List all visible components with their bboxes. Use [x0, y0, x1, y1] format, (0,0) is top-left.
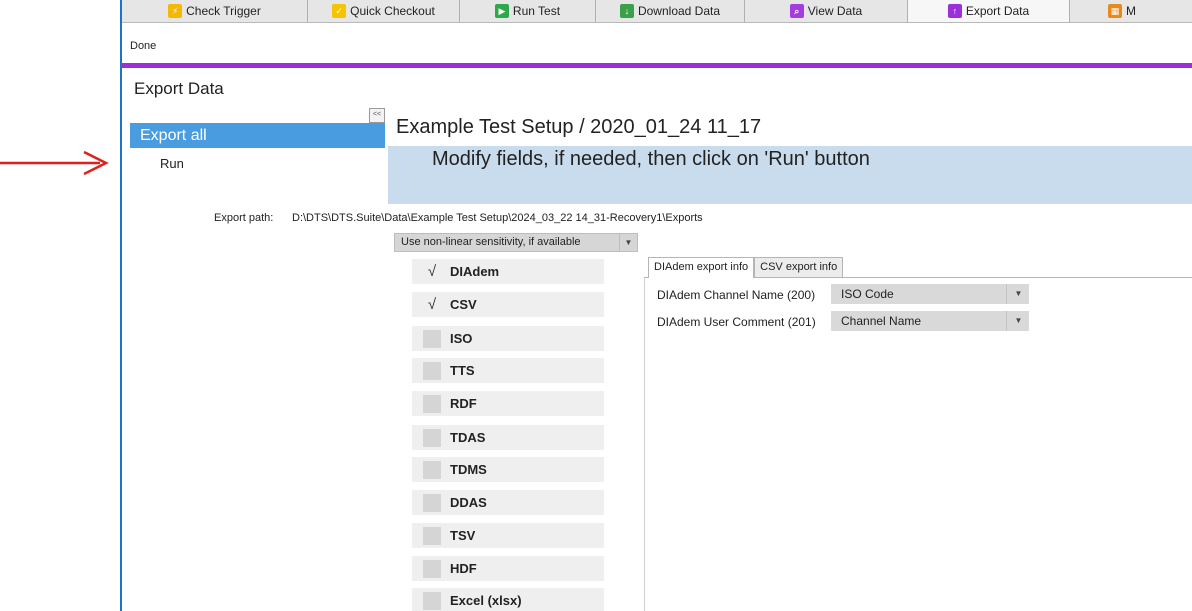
format-item-rdf[interactable]: RDF — [412, 391, 604, 416]
export-data-icon: ↑ — [947, 4, 962, 18]
accent-rule — [122, 63, 1192, 68]
chevron-down-icon[interactable]: ▼ — [1006, 311, 1030, 331]
quick-checkout-icon: ✓ — [332, 4, 347, 18]
tab-label: Export Data — [965, 4, 1030, 18]
tab-csv-export-info[interactable]: CSV export info — [754, 257, 844, 277]
format-label: TSV — [450, 528, 476, 543]
tab-label: Check Trigger — [186, 4, 261, 18]
tab-label: Quick Checkout — [350, 4, 435, 18]
checkbox-unchecked-icon[interactable] — [423, 330, 441, 348]
checkbox-unchecked-icon[interactable] — [423, 395, 441, 413]
tab-run-test[interactable]: ▶ Run Test — [460, 0, 596, 22]
checkbox-checked-icon[interactable]: √ — [423, 296, 441, 314]
chevron-down-icon[interactable]: ▼ — [619, 234, 637, 251]
format-item-tdas[interactable]: TDAS — [412, 425, 604, 450]
format-item-iso[interactable]: ISO — [412, 326, 604, 351]
format-label: TTS — [450, 363, 475, 378]
sensitivity-dropdown-value: Use non-linear sensitivity, if available — [401, 236, 581, 248]
tab-diadem-export-info[interactable]: DIAdem export info — [648, 257, 755, 278]
diadem-channel-name-label: DIAdem Channel Name (200) — [657, 288, 816, 302]
more-tab-icon: ▦ — [1108, 4, 1122, 18]
run-test-icon: ▶ — [494, 4, 509, 18]
collapse-panel-button[interactable]: << — [369, 108, 385, 123]
chevron-down-icon[interactable]: ▼ — [1006, 284, 1030, 304]
format-item-tdms[interactable]: TDMS — [412, 457, 604, 482]
format-label: TDAS — [450, 430, 486, 445]
tab-quick-checkout[interactable]: ✓ Quick Checkout — [308, 0, 460, 22]
format-label: Excel (xlsx) — [450, 593, 522, 608]
dropdown-value: Channel Name — [841, 314, 922, 328]
export-path-label: Export path: — [214, 212, 274, 224]
export-data-window: ⚡ Check Trigger ✓ Quick Checkout ▶ Run T… — [120, 0, 1192, 611]
format-item-tts[interactable]: TTS — [412, 358, 604, 383]
checkbox-unchecked-icon[interactable] — [423, 461, 441, 479]
format-item-excel[interactable]: Excel (xlsx) — [412, 588, 604, 611]
view-data-icon: ⌕ — [789, 4, 804, 18]
format-label: TDMS — [450, 462, 487, 477]
diadem-user-comment-label: DIAdem User Comment (201) — [657, 315, 816, 329]
nav-item-run[interactable]: Run — [160, 156, 184, 171]
format-item-tsv[interactable]: TSV — [412, 523, 604, 548]
download-data-icon: ↓ — [619, 4, 634, 18]
export-path-value[interactable]: D:\DTS\DTS.Suite\Data\Example Test Setup… — [292, 212, 703, 224]
page-title: Export Data — [134, 79, 224, 98]
format-label: DIAdem — [450, 264, 500, 279]
tab-label: Download Data — [637, 4, 721, 18]
check-trigger-icon: ⚡ — [168, 4, 183, 18]
done-button[interactable]: Done — [130, 40, 156, 52]
annotation-arrow-icon — [0, 150, 109, 176]
checkbox-unchecked-icon[interactable] — [423, 494, 441, 512]
format-item-ddas[interactable]: DDAS — [412, 490, 604, 515]
instruction-text: Modify fields, if needed, then click on … — [432, 148, 870, 170]
format-item-hdf[interactable]: HDF — [412, 556, 604, 581]
format-label: ISO — [450, 331, 473, 346]
tab-label: Run Test — [512, 4, 561, 18]
tab-more[interactable]: ▦ M — [1070, 0, 1192, 22]
tab-export-data[interactable]: ↑ Export Data — [908, 0, 1070, 22]
format-label: DDAS — [450, 495, 487, 510]
checkbox-checked-icon[interactable]: √ — [423, 263, 441, 281]
test-setup-title: Example Test Setup / 2020_01_24 11_17 — [396, 116, 762, 138]
checkbox-unchecked-icon[interactable] — [423, 362, 441, 380]
export-info-tabs: DIAdem export info CSV export info — [648, 257, 844, 278]
diadem-user-comment-dropdown[interactable]: Channel Name ▼ — [831, 311, 1029, 331]
nav-item-export-all[interactable]: Export all — [130, 123, 385, 148]
dropdown-value: ISO Code — [841, 287, 894, 301]
tab-label: View Data — [807, 4, 863, 18]
format-item-diadem[interactable]: √ DIAdem — [412, 259, 604, 284]
tab-view-data[interactable]: ⌕ View Data — [745, 0, 908, 22]
format-label: HDF — [450, 561, 477, 576]
sensitivity-dropdown[interactable]: Use non-linear sensitivity, if available… — [394, 233, 638, 252]
format-label: RDF — [450, 396, 477, 411]
tab-label: M — [1126, 4, 1136, 18]
panel-divider — [644, 278, 645, 611]
checkbox-unchecked-icon[interactable] — [423, 429, 441, 447]
workflow-tab-bar: ⚡ Check Trigger ✓ Quick Checkout ▶ Run T… — [122, 0, 1192, 23]
tab-download-data[interactable]: ↓ Download Data — [596, 0, 745, 22]
format-item-csv[interactable]: √ CSV — [412, 292, 604, 317]
checkbox-unchecked-icon[interactable] — [423, 592, 441, 610]
checkbox-unchecked-icon[interactable] — [423, 560, 441, 578]
diadem-channel-name-dropdown[interactable]: ISO Code ▼ — [831, 284, 1029, 304]
tab-check-trigger[interactable]: ⚡ Check Trigger — [122, 0, 308, 22]
checkbox-unchecked-icon[interactable] — [423, 527, 441, 545]
format-label: CSV — [450, 297, 477, 312]
